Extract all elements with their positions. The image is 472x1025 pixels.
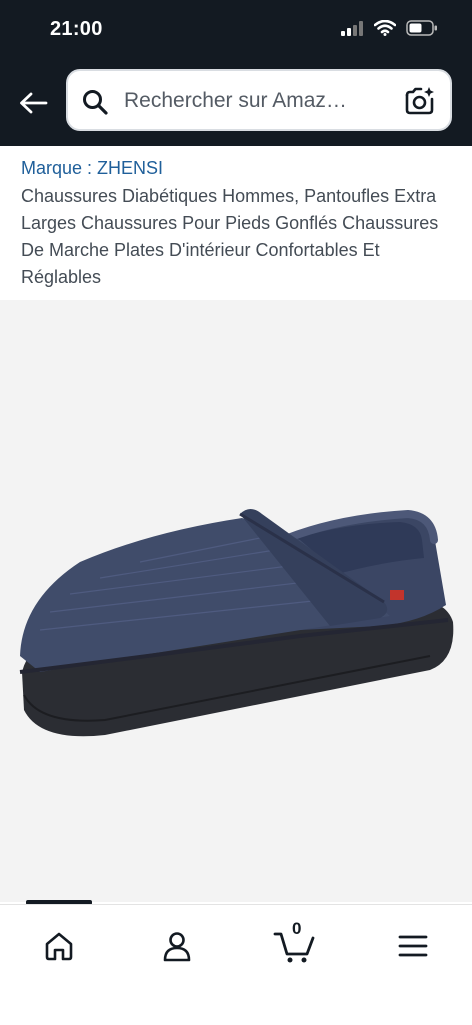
product-shoe-image — [19, 509, 454, 737]
tab-home[interactable] — [29, 923, 89, 969]
status-icons — [340, 20, 438, 36]
bottom-tab-bar: 0 — [0, 904, 472, 1025]
brand-link[interactable]: Marque : ZHENSI — [21, 158, 163, 179]
account-icon — [163, 932, 191, 962]
product-image-area[interactable] — [0, 300, 472, 902]
product-title: Chaussures Diabétiques Hommes, Pantoufle… — [21, 186, 439, 287]
status-time: 21:00 — [50, 18, 103, 40]
camera-scan-icon[interactable] — [404, 85, 436, 117]
signal-icon — [341, 21, 363, 36]
tab-account[interactable] — [147, 923, 207, 969]
tab-menu[interactable] — [383, 923, 443, 969]
home-icon — [45, 932, 73, 961]
product-info: Marque : ZHENSI Chaussures Diabétiques H… — [0, 146, 472, 300]
status-bar: 21:00 — [0, 0, 472, 62]
cart-count-badge: 0 — [292, 919, 302, 938]
battery-icon — [406, 20, 437, 36]
search-bar[interactable]: Rechercher sur Amaz… — [66, 69, 452, 131]
arrow-left-icon — [20, 92, 48, 114]
wifi-icon — [374, 20, 396, 36]
back-button[interactable] — [14, 84, 52, 122]
header: Rechercher sur Amaz… — [0, 62, 472, 146]
menu-icon — [398, 935, 428, 957]
search-input[interactable]: Rechercher sur Amaz… — [124, 89, 347, 113]
magnifier-icon — [83, 90, 108, 115]
